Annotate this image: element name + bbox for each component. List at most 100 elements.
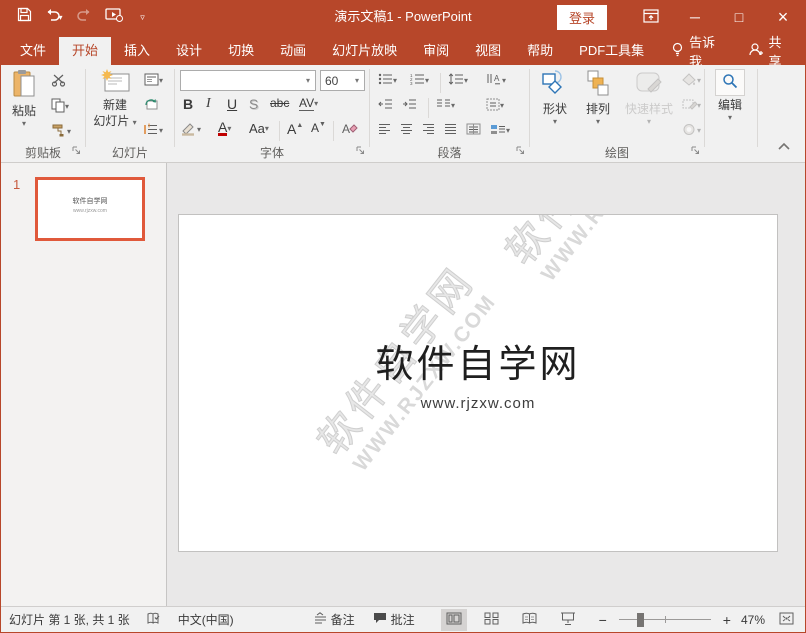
- zoom-in-button[interactable]: +: [719, 612, 735, 628]
- line-spacing-dropdown-icon[interactable]: ▾: [464, 76, 468, 85]
- align-center-button[interactable]: [400, 123, 413, 138]
- bullets-dropdown-icon[interactable]: ▾: [393, 76, 397, 85]
- decrease-font-size-button[interactable]: A ▼: [311, 121, 326, 136]
- font-name-combobox[interactable]: ▾: [180, 70, 316, 91]
- close-button[interactable]: ×: [761, 1, 805, 33]
- tab-help[interactable]: 帮助: [514, 37, 566, 65]
- justify-button[interactable]: [444, 123, 457, 138]
- numbering-button[interactable]: 123 ▾: [410, 73, 429, 88]
- tab-design[interactable]: 设计: [163, 37, 215, 65]
- language-indicator[interactable]: 中文(中国): [178, 611, 234, 628]
- decrease-indent-button[interactable]: [378, 98, 393, 113]
- slideshow-view-button[interactable]: [555, 609, 581, 631]
- quick-styles-dropdown-icon[interactable]: ▾: [647, 118, 651, 126]
- quick-styles-button[interactable]: 快速样式 ▾: [620, 69, 678, 126]
- slide-sorter-view-button[interactable]: [479, 609, 505, 631]
- columns-dropdown-icon[interactable]: ▾: [451, 101, 455, 110]
- text-highlight-button[interactable]: ▾: [180, 121, 201, 139]
- shapes-button[interactable]: 形状 ▾: [534, 69, 576, 126]
- customize-qat-button[interactable]: ▿: [131, 5, 157, 29]
- tab-slideshow[interactable]: 幻灯片放映: [319, 37, 410, 65]
- align-left-button[interactable]: [378, 123, 391, 138]
- font-name-dropdown-icon[interactable]: ▾: [301, 76, 315, 85]
- change-case-dropdown-icon[interactable]: ▾: [265, 124, 269, 133]
- normal-view-button[interactable]: [440, 608, 467, 631]
- maximize-button[interactable]: □: [717, 1, 761, 33]
- new-slide-button[interactable]: 新建 幻灯片 ▾: [90, 69, 140, 128]
- clipboard-dialog-launcher[interactable]: [72, 144, 81, 158]
- copy-button[interactable]: ▾: [51, 98, 69, 116]
- columns-button[interactable]: ▾: [436, 98, 455, 113]
- bullets-button[interactable]: ▾: [378, 73, 397, 88]
- bold-button[interactable]: B: [183, 96, 193, 112]
- zoom-slider[interactable]: [618, 609, 711, 631]
- tab-insert[interactable]: 插入: [111, 37, 163, 65]
- numbering-dropdown-icon[interactable]: ▾: [425, 76, 429, 85]
- shapes-dropdown-icon[interactable]: ▾: [553, 118, 557, 126]
- slide-layout-button[interactable]: ▾: [144, 73, 163, 89]
- slide-canvas[interactable]: 软件自学网 WWW.RJZXW.COM 软件自学网 WWW.RJZXW.COM …: [178, 214, 778, 552]
- reset-slide-button[interactable]: [144, 98, 159, 115]
- paste-button[interactable]: 粘贴 ▾: [3, 69, 45, 128]
- reading-view-button[interactable]: [517, 609, 543, 631]
- zoom-percentage[interactable]: 47%: [735, 613, 773, 627]
- start-slideshow-button[interactable]: [101, 5, 127, 29]
- section-button[interactable]: ▾: [144, 123, 163, 139]
- undo-button[interactable]: ▾: [41, 5, 67, 29]
- tab-pdf-tools[interactable]: PDF工具集: [566, 37, 657, 65]
- shape-effects-dropdown-icon[interactable]: ▾: [697, 127, 701, 135]
- italic-button[interactable]: I: [206, 96, 211, 112]
- font-size-dropdown-icon[interactable]: ▾: [350, 76, 364, 85]
- tab-transitions[interactable]: 切换: [215, 37, 267, 65]
- comments-button[interactable]: 批注: [373, 611, 415, 628]
- login-button[interactable]: 登录: [556, 4, 607, 30]
- text-shadow-button[interactable]: S: [249, 96, 258, 112]
- change-case-button[interactable]: Aa ▾: [249, 121, 269, 136]
- tab-home[interactable]: 开始: [59, 37, 112, 65]
- collapse-ribbon-button[interactable]: [777, 140, 791, 154]
- shape-outline-dropdown-icon[interactable]: ▾: [697, 102, 701, 110]
- underline-button[interactable]: U: [227, 96, 237, 112]
- font-color-dropdown-icon[interactable]: ▾: [227, 124, 231, 133]
- tab-review[interactable]: 审阅: [410, 37, 462, 65]
- slide-counter[interactable]: 幻灯片 第 1 张, 共 1 张: [9, 611, 130, 628]
- clear-formatting-button[interactable]: A: [341, 121, 358, 139]
- format-painter-dropdown-icon[interactable]: ▾: [67, 127, 71, 136]
- editing-button[interactable]: 编辑 ▾: [709, 69, 751, 122]
- share-button[interactable]: 共享: [748, 35, 790, 69]
- editing-dropdown-icon[interactable]: ▾: [728, 114, 732, 122]
- font-size-combobox[interactable]: 60 ▾: [320, 70, 365, 91]
- section-dropdown-icon[interactable]: ▾: [159, 127, 163, 135]
- align-text-dropdown-icon[interactable]: ▾: [500, 102, 504, 110]
- copy-dropdown-icon[interactable]: ▾: [65, 103, 69, 111]
- slide-subtitle[interactable]: www.rjzxw.com: [179, 395, 777, 412]
- slide-layout-dropdown-icon[interactable]: ▾: [159, 77, 163, 85]
- arrange-dropdown-icon[interactable]: ▾: [596, 118, 600, 126]
- slide-title[interactable]: 软件自学网: [179, 333, 777, 388]
- zoom-out-button[interactable]: −: [595, 612, 611, 628]
- drawing-dialog-launcher[interactable]: [691, 144, 700, 158]
- tab-view[interactable]: 视图: [462, 37, 514, 65]
- save-button[interactable]: [11, 5, 37, 29]
- undo-dropdown-icon[interactable]: ▾: [58, 13, 62, 22]
- text-direction-button[interactable]: A ▾: [486, 73, 506, 88]
- character-spacing-button[interactable]: AV ▾: [299, 96, 318, 111]
- minimize-button[interactable]: ─: [673, 1, 717, 33]
- font-color-button[interactable]: A ▾: [218, 120, 231, 136]
- redo-button[interactable]: [71, 5, 97, 29]
- new-slide-dropdown-icon[interactable]: ▾: [133, 118, 137, 127]
- align-text-button[interactable]: ▾: [486, 98, 504, 114]
- slide-thumbnail[interactable]: 软件自学网 www.rjzxw.com: [35, 177, 145, 241]
- fit-to-window-button[interactable]: [773, 609, 799, 631]
- tab-file[interactable]: 文件: [7, 37, 59, 65]
- increase-font-size-button[interactable]: A ▲: [287, 121, 303, 137]
- strikethrough-button[interactable]: abc: [270, 96, 289, 110]
- zoom-slider-thumb[interactable]: [637, 612, 645, 627]
- smartart-dropdown-icon[interactable]: ▾: [506, 127, 510, 135]
- convert-to-smartart-button[interactable]: ▾: [490, 123, 510, 139]
- align-right-button[interactable]: [422, 123, 435, 138]
- shape-effects-button[interactable]: ▾: [682, 123, 701, 139]
- shape-outline-button[interactable]: ▾: [682, 98, 701, 114]
- notes-button[interactable]: 备注: [314, 611, 355, 628]
- distribute-columns-button[interactable]: [466, 123, 481, 138]
